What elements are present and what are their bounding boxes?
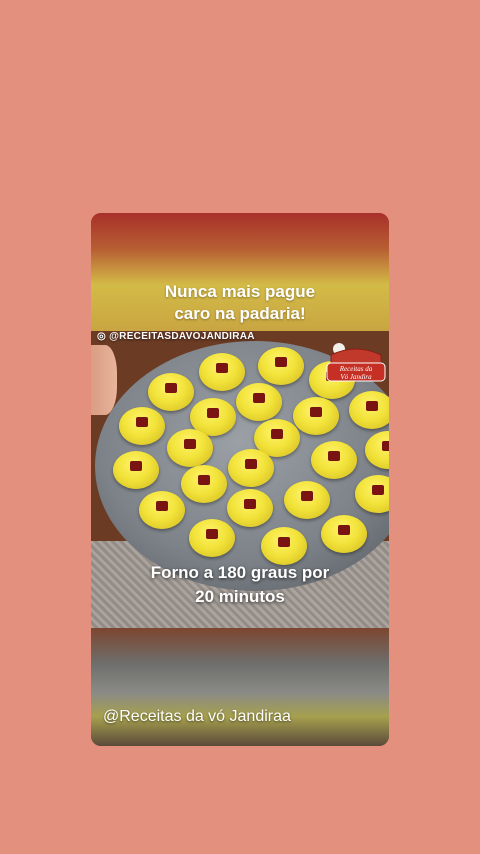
brand-logo: Receitas da Vó Jandira [326,343,386,382]
cookie [181,465,227,503]
cookie [113,451,159,489]
cookie [189,519,235,557]
cookie [258,347,304,385]
instagram-icon: ◎ [97,331,107,342]
headline-line-2: caro na padaria! [174,304,306,323]
cookie [284,481,330,519]
caption-line-1: Forno a 180 graus por [150,563,330,582]
cookie [148,373,194,411]
instagram-handle: ◎ @RECEITASDAVOJANDIRAA [97,331,255,342]
bottom-blur-background [91,628,389,746]
logo-text-line-1: Receitas da [339,365,373,373]
cookie [321,515,367,553]
author-handle[interactable]: @Receitas da vó Jandiraa [103,708,291,726]
cookie [119,407,165,445]
cookie [261,527,307,565]
cookie-tray-photo: ◎ @RECEITASDAVOJANDIRAA Receitas da Vó J… [91,331,389,628]
cookie [139,491,185,529]
cookie [236,383,282,421]
cookie [199,353,245,391]
headline: Nunca mais pague caro na padaria! [91,281,389,325]
caption: Forno a 180 graus por 20 minutos [91,561,389,609]
hand [91,345,117,415]
cookie [311,441,357,479]
cookie [227,489,273,527]
instagram-handle-text: @RECEITASDAVOJANDIRAA [109,331,255,342]
cookie [167,429,213,467]
cookie [228,449,274,487]
logo-text-line-2: Vó Jandira [340,373,372,381]
headline-line-1: Nunca mais pague [164,282,316,301]
cookie [293,397,339,435]
caption-line-2: 20 minutos [195,587,285,606]
cookie [349,391,389,429]
story-card[interactable]: Nunca mais pague caro na padaria! ◎ @REC [91,213,389,746]
